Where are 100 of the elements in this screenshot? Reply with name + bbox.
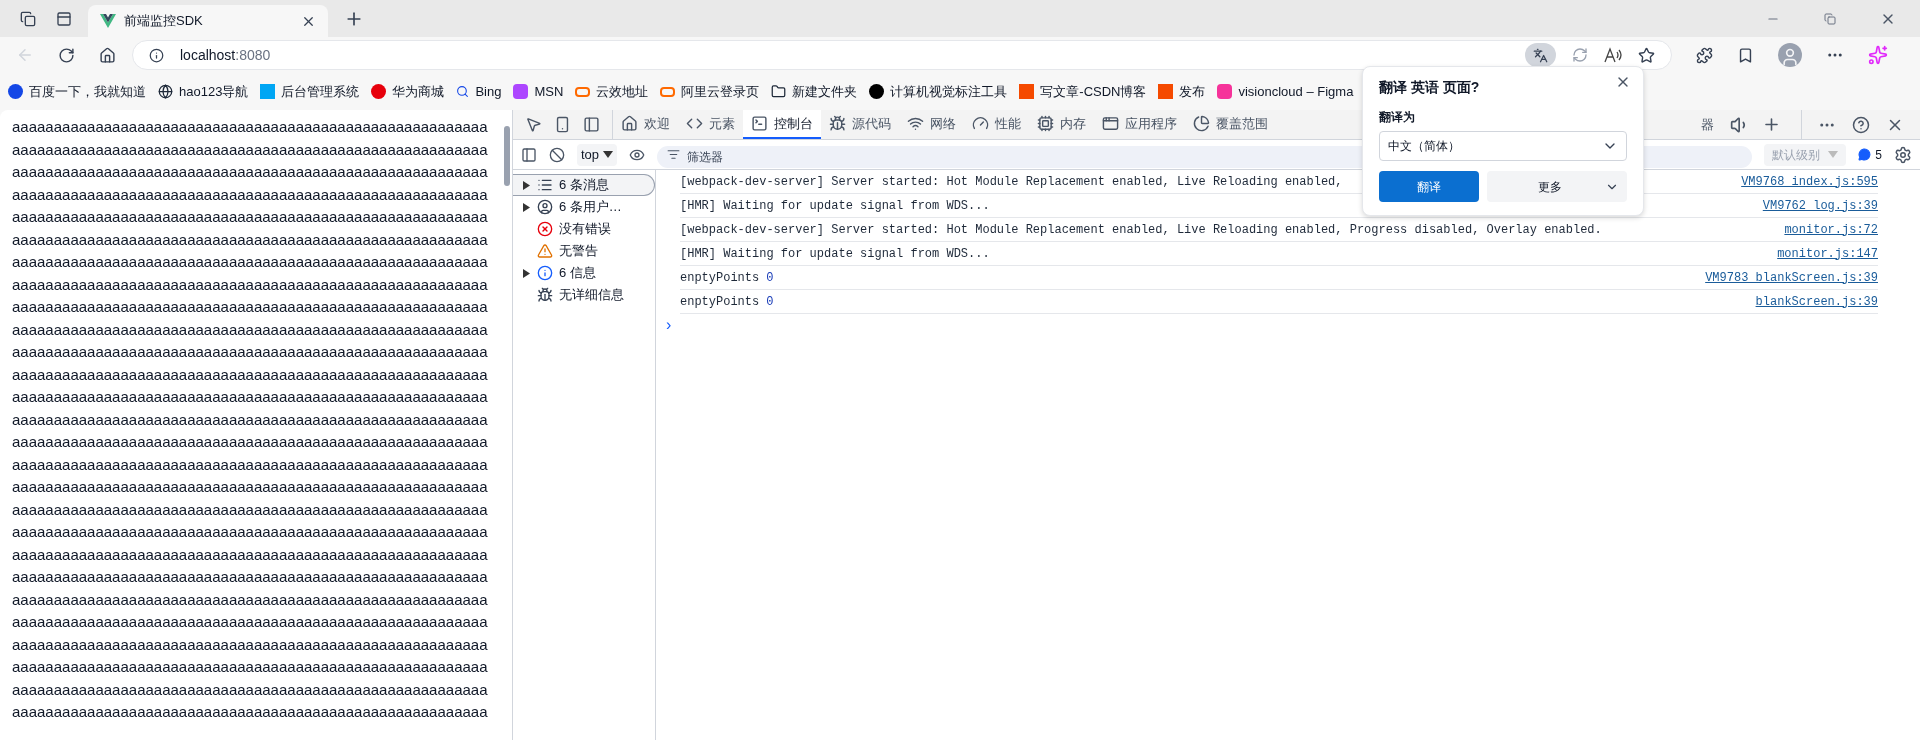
message-text: [HMR] Waiting for update signal from WDS... (680, 245, 990, 263)
sidebar-toggle-icon[interactable] (521, 146, 537, 163)
bookmark-item[interactable]: 云效地址 (575, 81, 649, 102)
bookmark-item[interactable]: 写文章-CSDN博客 (1019, 81, 1147, 102)
dropdown-arrow-icon (1828, 151, 1839, 158)
bookmark-item[interactable]: 百度一下，我就知道 (8, 81, 146, 102)
source-link[interactable]: monitor.js:147 (1777, 244, 1878, 263)
source-link[interactable]: blankScreen.js:39 (1755, 292, 1878, 311)
page-text-line: aaaaaaaaaaaaaaaaaaaaaaaaaaaaaaaaaaaaaaaaaaaaaaaaaaaaaaaaa (12, 409, 488, 430)
filter-icon (667, 147, 681, 161)
search-icon (456, 85, 470, 98)
refresh-icon[interactable] (58, 46, 75, 64)
page-text-line: aaaaaaaaaaaaaaaaaaaaaaaaaaaaaaaaaaaaaaaaaaaaaaaaaaaaaaaaa (12, 387, 488, 407)
sidebar-item[interactable]: 6 条用户… (513, 196, 655, 218)
devtools-tab[interactable]: 元素 (678, 110, 743, 139)
chip-icon (1037, 115, 1054, 132)
page-text-line: aaaaaaaaaaaaaaaaaaaaaaaaaaaaaaaaaaaaaaaaaaaaaaaaaaaaaaaaa (12, 139, 488, 160)
bug-icon (829, 115, 846, 132)
translate-icon[interactable] (1525, 43, 1556, 67)
devtools-tab[interactable]: 源代码 (821, 110, 899, 139)
page-text-line: aaaaaaaaaaaaaaaaaaaaaaaaaaaaaaaaaaaaaaaaaaaaaaaaaaaaaaaaa (12, 117, 488, 137)
bookmark-item[interactable]: visioncloud – Figma (1217, 81, 1354, 102)
sidebar-label: 没有错误 (559, 220, 611, 239)
favorites-icon[interactable] (1737, 46, 1754, 64)
bookmark-item[interactable]: MSN (513, 81, 564, 102)
browser-tab[interactable]: 前端监控SDK (88, 5, 328, 37)
inspect-icon[interactable] (525, 116, 542, 133)
sidebar-item[interactable]: 没有错误 (513, 218, 655, 240)
bookmark-item[interactable]: 阿里云登录页 (660, 81, 760, 102)
expand-arrow-icon[interactable] (523, 180, 530, 190)
device-icon[interactable] (554, 116, 571, 133)
page-text-line: aaaaaaaaaaaaaaaaaaaaaaaaaaaaaaaaaaaaaaaaaaaaaaaaaaaaaaaaa (12, 522, 488, 542)
bookmark-item[interactable]: 计算机视觉标注工具 (869, 81, 1008, 102)
page-text-line: aaaaaaaaaaaaaaaaaaaaaaaaaaaaaaaaaaaaaaaaaaaaaaaaaaaaaaaaa (12, 184, 488, 205)
dropdown-arrow-icon (603, 151, 614, 158)
message-text: [webpack-dev-server] Server started: Hot Module Replacement enabled, Live Reloading enabled, Progress disabled, Overlay enabled. (680, 221, 1602, 239)
devtools-tab[interactable]: 网络 (899, 110, 964, 139)
source-link[interactable]: monitor.js:72 (1784, 220, 1878, 239)
more-button[interactable]: 更多 (1487, 171, 1627, 202)
message-text: enptyPoints (680, 269, 760, 287)
page-text-line: aaaaaaaaaaaaaaaaaaaaaaaaaaaaaaaaaaaaaaaaaaaaaaaaaaaaaaaaa (12, 612, 488, 632)
pie-chart-icon (1193, 115, 1210, 132)
favorite-icon[interactable] (1638, 46, 1655, 64)
bookmark-item[interactable]: 华为商城 (371, 81, 445, 102)
error-icon (537, 221, 553, 237)
source-link[interactable]: VM9783 blankScreen.js:39 (1705, 268, 1878, 287)
url-text: localhost:8080 (180, 45, 272, 65)
home-icon[interactable] (99, 46, 116, 64)
restore-icon[interactable] (1824, 12, 1836, 25)
sidebar-label: 6 信息 (559, 264, 596, 283)
context-select[interactable]: top (577, 143, 618, 166)
page-text-line: aaaaaaaaaaaaaaaaaaaaaaaaaaaaaaaaaaaaaaaaaaaaaaaaaaaaaaaaa (12, 252, 488, 272)
message-text: [webpack-dev-server] Server started: Hot Module Replacement enabled, Live Reloading enabled, (680, 173, 1343, 191)
devtools-tab[interactable]: 内存 (1029, 110, 1094, 139)
page-text-line: aaaaaaaaaaaaaaaaaaaaaaaaaaaaaaaaaaaaaaaaaaaaaaaaaaaaaaaaa (12, 634, 488, 655)
wifi-icon (907, 115, 924, 132)
message-value: 0 (766, 293, 774, 311)
console-prompt[interactable]: › (666, 314, 1878, 336)
source-link[interactable]: VM9762 log.js:39 (1762, 196, 1878, 215)
sidebar-item[interactable]: 无警告 (513, 240, 655, 262)
read-aloud-icon[interactable] (1604, 47, 1622, 63)
devtools-tab[interactable]: 器 (1697, 114, 1718, 135)
bracket-icon (575, 86, 591, 97)
extensions-icon[interactable] (1696, 46, 1713, 64)
devtools-tab[interactable]: 性能 (964, 110, 1029, 139)
expand-arrow-icon[interactable] (523, 268, 530, 278)
page-text-line: aaaaaaaaaaaaaaaaaaaaaaaaaaaaaaaaaaaaaaaaaaaaaaaaaaaaaaaaa (12, 589, 488, 610)
bookmark-item[interactable]: Bing (456, 81, 502, 102)
page-text-line: aaaaaaaaaaaaaaaaaaaaaaaaaaaaaaaaaaaaaaaaaaaaaaaaaaaaaaaaa (12, 679, 488, 700)
tab-actions-icon[interactable] (56, 10, 72, 27)
page-text-line: aaaaaaaaaaaaaaaaaaaaaaaaaaaaaaaaaaaaaaaaaaaaaaaaaaaaaaaaa (12, 544, 488, 565)
expand-arrow-icon[interactable] (523, 202, 530, 212)
devtools-tab[interactable]: 控制台 (743, 110, 821, 139)
help-icon[interactable] (1852, 115, 1870, 134)
scrollbar-thumb[interactable] (504, 126, 510, 186)
devtools-tab[interactable]: 覆盖范围 (1185, 110, 1276, 139)
bookmark-item[interactable]: hao123导航 (158, 81, 249, 102)
source-link[interactable]: VM9768 index.js:595 (1741, 172, 1878, 191)
bookmark-item[interactable]: 后台管理系统 (260, 81, 360, 102)
sidebar-item[interactable]: 6 信息 (513, 262, 655, 284)
list-icon (537, 177, 553, 193)
workspaces-icon[interactable] (20, 10, 36, 27)
language-select[interactable]: 中文（简体） (1379, 131, 1627, 161)
bookmark-item[interactable]: 新建文件夹 (771, 81, 858, 102)
sidebar-item[interactable]: 6 条消息 (513, 174, 655, 196)
sidebar-label: 无详细信息 (559, 286, 624, 305)
sidebar-item[interactable]: 无详细信息 (513, 284, 655, 306)
address-field[interactable]: localhost:8080 (132, 40, 1672, 70)
dock-icon[interactable] (583, 116, 600, 133)
bookmark-item[interactable]: 发布 (1158, 81, 1206, 102)
translate-button[interactable]: 翻译 (1379, 171, 1479, 202)
settings-icon[interactable] (1894, 145, 1912, 164)
devtools-tab[interactable]: 欢迎 (613, 110, 678, 139)
page-text-line: aaaaaaaaaaaaaaaaaaaaaaaaaaaaaaaaaaaaaaaaaaaaaaaaaaaaaaaaa (12, 229, 488, 250)
clear-icon[interactable] (549, 146, 565, 163)
devtools-tab[interactable]: 应用程序 (1094, 110, 1185, 139)
page-text-line: aaaaaaaaaaaaaaaaaaaaaaaaaaaaaaaaaaaaaaaaaaaaaaaaaaaaaaaaa (12, 567, 488, 587)
issues-counter[interactable]: 5 (1858, 145, 1882, 164)
add-tab-icon[interactable] (1762, 115, 1781, 134)
page-text-line: aaaaaaaaaaaaaaaaaaaaaaaaaaaaaaaaaaaaaaaaaaaaaaaaaaaaaaaaa (12, 274, 488, 295)
